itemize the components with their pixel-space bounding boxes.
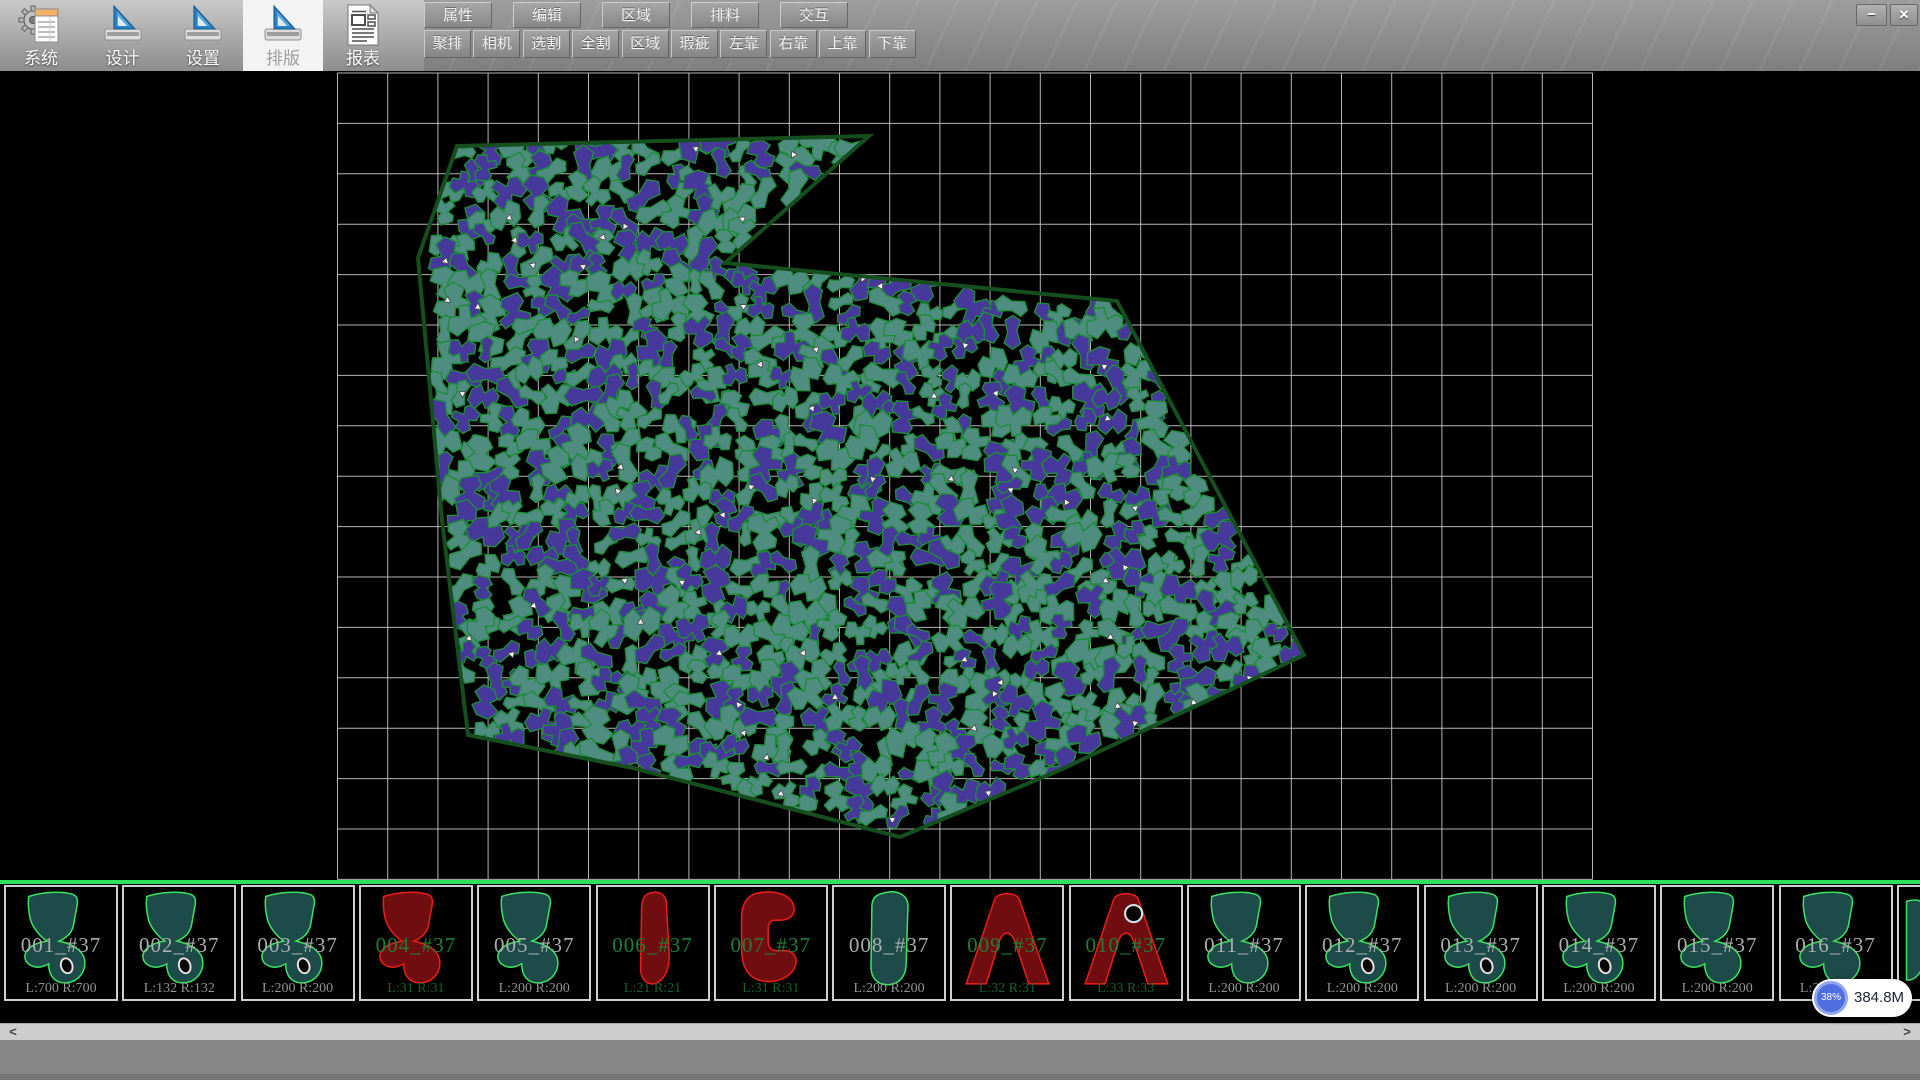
- part-thumbnail-4[interactable]: 004_#37 L:31 R:31: [359, 885, 473, 1001]
- part-thumbnail-9[interactable]: 009_#37 L:32 R:31: [950, 885, 1064, 1001]
- tab-edit[interactable]: 编辑: [513, 2, 581, 28]
- part-thumbnail-7[interactable]: 007_#37 L:31 R:31: [714, 885, 828, 1001]
- tool-region[interactable]: 区域: [622, 30, 669, 58]
- part-lr-count-label: L:21 R:21: [598, 981, 708, 997]
- tool-align-right[interactable]: 右靠: [770, 30, 817, 58]
- tab-interaction[interactable]: 交互: [780, 2, 848, 28]
- part-id-label: 009_#37: [952, 933, 1062, 958]
- part-thumbnail-2[interactable]: 002_#37 L:132 R:132: [122, 885, 236, 1001]
- status-bar: [0, 1040, 1920, 1080]
- minimize-button[interactable]: −: [1856, 4, 1887, 26]
- scroll-right-arrow-icon[interactable]: >: [1896, 1024, 1918, 1040]
- part-id-label: 006_#37: [598, 933, 708, 958]
- memory-value: 384.8M: [1854, 979, 1904, 1017]
- part-id-label: 011_#37: [1189, 933, 1299, 958]
- tab-properties[interactable]: 属性: [424, 2, 492, 28]
- nav-item-label: 设置: [163, 44, 243, 69]
- part-lr-count-label: L:32 R:31: [952, 981, 1062, 997]
- part-id-label: 003_#37: [243, 933, 353, 958]
- tool-select-cut[interactable]: 选割: [523, 30, 570, 58]
- nav-item-system[interactable]: 系统: [0, 0, 82, 71]
- part-lr-count-label: L:31 R:31: [716, 981, 826, 997]
- tool-defect[interactable]: 瑕疵: [671, 30, 718, 58]
- nav-item-report[interactable]: 报表: [323, 0, 403, 71]
- part-id-label: 005_#37: [479, 933, 589, 958]
- part-id-label: 012_#37: [1307, 933, 1417, 958]
- part-id-label: 001_#37: [6, 933, 116, 958]
- part-id-label: 015_#37: [1662, 933, 1772, 958]
- horizontal-scrollbar[interactable]: < >: [0, 1023, 1920, 1040]
- part-lr-count-label: L:200 R:200: [1189, 981, 1299, 997]
- part-thumbnail-13[interactable]: 013_#37 L:200 R:200: [1424, 885, 1538, 1001]
- part-id-label: 013_#37: [1426, 933, 1536, 958]
- part-lr-count-label: L:200 R:200: [1426, 981, 1536, 997]
- nesting-canvas[interactable]: [0, 71, 1920, 880]
- part-lr-count-label: L:200 R:200: [1544, 981, 1654, 997]
- part-thumbnail-14[interactable]: 014_#37 L:200 R:200: [1542, 885, 1656, 1001]
- part-thumbnail-3[interactable]: 003_#37 L:200 R:200: [241, 885, 355, 1001]
- part-lr-count-label: L:31 R:31: [361, 981, 471, 997]
- part-lr-count-label: L:200 R:200: [834, 981, 944, 997]
- part-id-label: 004_#37: [361, 933, 471, 958]
- nav-item-settings[interactable]: 设置: [163, 0, 243, 71]
- part-thumbnail-1[interactable]: 001_#37 L:700 R:700: [4, 885, 118, 1001]
- part-lr-count-label: L:132 R:132: [124, 981, 234, 997]
- tab-region[interactable]: 区域: [602, 2, 670, 28]
- tool-cluster-nest[interactable]: 聚排: [424, 30, 471, 58]
- memory-usage-badge[interactable]: 38% 384.8M: [1812, 979, 1912, 1017]
- main-nav-panel: 系统设计设置排版报表: [0, 0, 424, 71]
- tool-cut-all[interactable]: 全割: [572, 30, 619, 58]
- part-lr-count-label: L:200 R:200: [479, 981, 589, 997]
- tool-align-left[interactable]: 左靠: [720, 30, 767, 58]
- part-id-label: 014_#37: [1544, 933, 1654, 958]
- part-thumbnail-10[interactable]: 010_#37 L:33 R:33: [1069, 885, 1183, 1001]
- nav-item-label: 系统: [0, 44, 82, 69]
- part-thumbnail-15[interactable]: 015_#37 L:200 R:200: [1660, 885, 1774, 1001]
- part-lr-count-label: L:33 R:33: [1071, 981, 1181, 997]
- part-id-label: 016_#37: [1781, 933, 1891, 958]
- part-lr-count-label: L:700 R:700: [6, 981, 116, 997]
- tab-nesting[interactable]: 排料: [691, 2, 759, 28]
- nav-item-label: 排版: [243, 44, 323, 69]
- nav-item-label: 报表: [323, 44, 403, 69]
- part-id-label: 008_#37: [834, 933, 944, 958]
- nav-item-design[interactable]: 设计: [82, 0, 163, 71]
- parts-thumbnail-strip: 001_#37 L:700 R:700 002_#37 L:132 R:132 003_…: [0, 880, 1920, 1023]
- close-button[interactable]: ×: [1890, 4, 1918, 26]
- part-lr-count-label: L:200 R:200: [1307, 981, 1417, 997]
- part-lr-count-label: L:200 R:200: [1662, 981, 1772, 997]
- tool-align-bottom[interactable]: 下靠: [869, 30, 916, 58]
- tool-camera[interactable]: 相机: [473, 30, 520, 58]
- nav-item-nesting[interactable]: 排版: [243, 0, 323, 71]
- tool-align-top[interactable]: 上靠: [819, 30, 866, 58]
- part-thumbnail-5[interactable]: 005_#37 L:200 R:200: [477, 885, 591, 1001]
- part-id-label: 010_#37: [1071, 933, 1181, 958]
- part-thumbnail-8[interactable]: 008_#37 L:200 R:200: [832, 885, 946, 1001]
- part-thumbnail-11[interactable]: 011_#37 L:200 R:200: [1187, 885, 1301, 1001]
- part-thumbnail-12[interactable]: 012_#37 L:200 R:200: [1305, 885, 1419, 1001]
- scroll-left-arrow-icon[interactable]: <: [2, 1024, 24, 1040]
- part-id-label: 007_#37: [716, 933, 826, 958]
- progress-circle: 38%: [1814, 981, 1848, 1015]
- nav-item-label: 设计: [82, 44, 163, 69]
- part-thumbnail-6[interactable]: 006_#37 L:21 R:21: [596, 885, 710, 1001]
- part-lr-count-label: L:200 R:200: [243, 981, 353, 997]
- part-id-label: 002_#37: [124, 933, 234, 958]
